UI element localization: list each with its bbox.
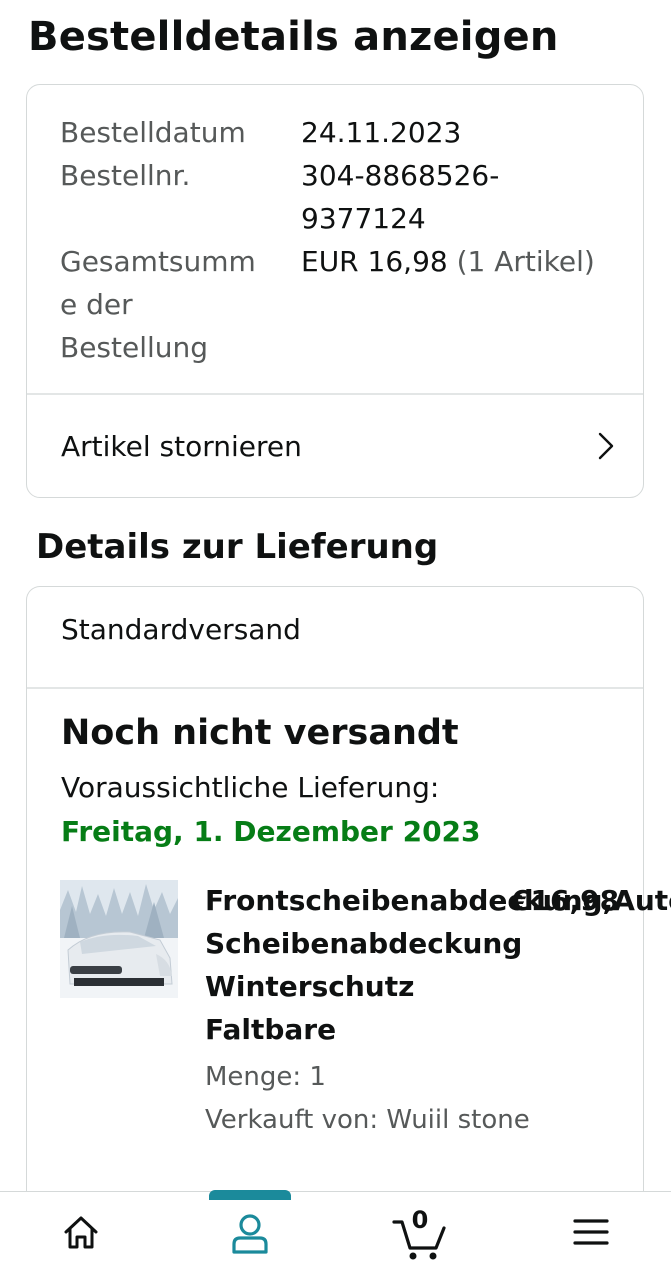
cancel-items-link[interactable]: Artikel stornieren [27,395,643,497]
person-icon [232,1214,268,1254]
order-total-items: (1 Artikel) [456,245,595,278]
product-photo-illustration [60,880,178,998]
product-price: €16,98 [511,884,620,917]
order-total-label-line3: Bestellung [60,331,209,364]
order-total-value: EUR 16,98 (1 Artikel) [301,240,595,284]
product-image[interactable] [60,880,178,998]
page-title: Bestelldetails anzeigen [28,14,559,60]
nav-menu[interactable] [561,1212,621,1262]
order-number-value-line1: 304-8868526- [301,159,500,192]
card-divider [27,687,643,689]
order-total-label-line2: e der [60,288,133,321]
order-date-value: 24.11.2023 [301,116,462,149]
order-number-label: Bestellnr. [60,159,191,192]
order-total-amount: EUR 16,98 [301,245,448,278]
delivery-estimate-label: Voraussichtliche Lieferung: [61,771,440,804]
product-title-line3: Winterschutz [205,970,415,1003]
nav-account[interactable] [220,1212,280,1262]
shipping-method: Standardversand [61,613,301,646]
cart-count: 0 [411,1206,429,1234]
product-quantity: Menge: 1 [205,1062,326,1092]
delivery-section-title: Details zur Lieferung [36,527,439,567]
order-total-label-line1: Gesamtsumm [60,245,256,278]
delivery-estimate-date: Freitag, 1. Dezember 2023 [61,815,481,848]
hamburger-menu-icon [573,1219,609,1245]
active-tab-indicator [209,1190,291,1200]
delivery-card: Standardversand Noch nicht versandt Vora… [26,586,671,1226]
product-title-line4: Faltbare [205,1013,337,1046]
nav-cart[interactable]: 0 [390,1206,450,1262]
order-date-label: Bestelldatum [60,116,246,149]
shipment-status: Noch nicht versandt [61,713,459,753]
order-number-value-line2: 9377124 [301,202,426,235]
product-seller: Verkauft von: Wuiil stone [205,1105,530,1135]
nav-home[interactable] [51,1212,111,1262]
chevron-right-icon [597,431,615,461]
home-icon [64,1216,98,1249]
order-details-page: Bestelldetails anzeigen Bestelldatum 24.… [0,0,671,1280]
product-title-line2: Scheibenabdeckung [205,927,523,960]
order-summary-card: Bestelldatum 24.11.2023 Bestellnr. 304-8… [26,84,644,498]
cancel-items-label: Artikel stornieren [61,429,302,463]
